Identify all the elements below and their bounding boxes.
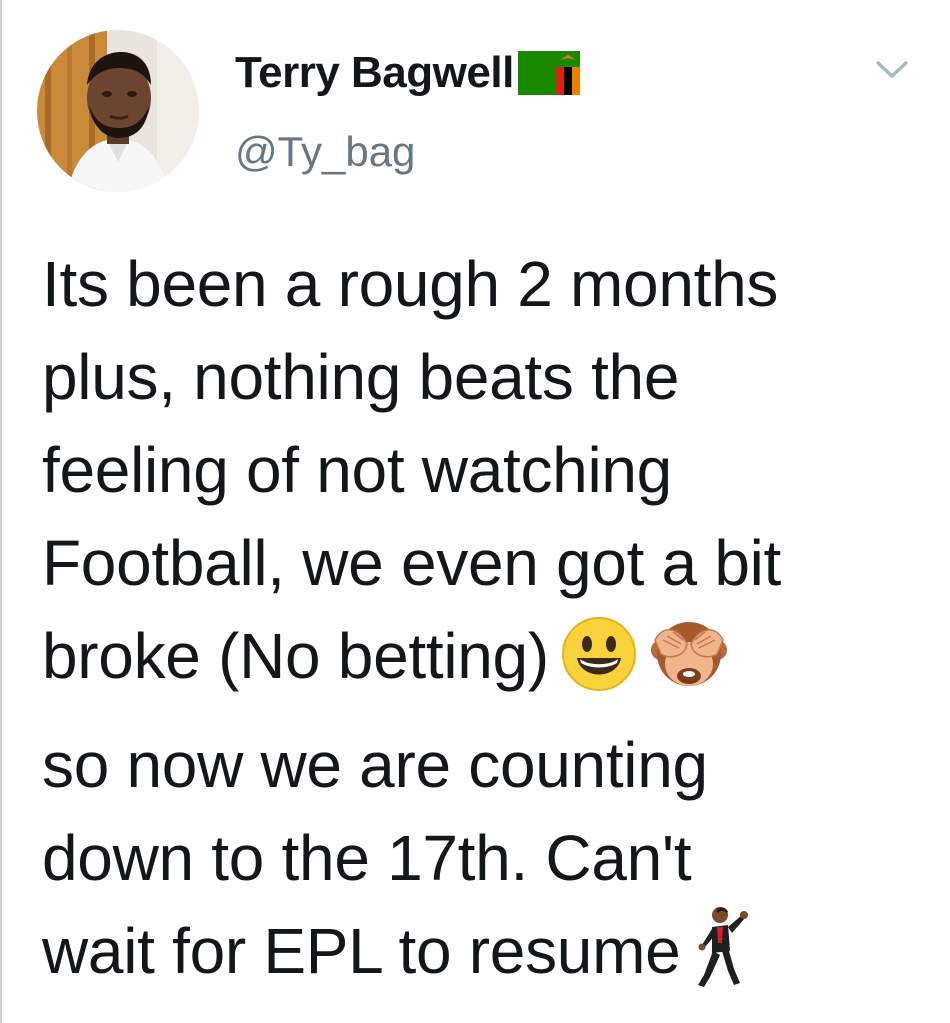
zambia-flag-icon <box>517 51 580 95</box>
profile-photo <box>37 30 199 192</box>
tweet-text-fragment: broke (No betting) <box>42 620 549 692</box>
tweet-text-fragment: wait for EPL to resume <box>42 915 681 987</box>
tweet-card: Terry Bagwell @Ty_bag Its been a rough 2… <box>0 0 950 1023</box>
avatar[interactable] <box>37 30 199 192</box>
tweet-text-line: so now we are counting <box>42 729 708 801</box>
tweet-text-line: feeling of not watching <box>42 434 672 506</box>
tweet-text: Its been a rough 2 months plus, nothing … <box>42 238 922 1014</box>
tweet-text-line: down to the 17th. Can't <box>42 822 692 894</box>
tweet-text-line: plus, nothing beats the <box>42 341 680 413</box>
tweet-text-line: Its been a rough 2 months <box>42 248 779 320</box>
chevron-down-icon[interactable] <box>875 60 909 80</box>
author-name[interactable]: Terry Bagwell <box>235 48 514 98</box>
dancing-man-icon <box>690 905 750 1014</box>
author-handle[interactable]: @Ty_bag <box>235 128 415 176</box>
tweet-text-line-with-emoji: wait for EPL to resume <box>42 905 922 1014</box>
tweet-text-line-with-emojis: broke (No betting) <box>42 610 922 719</box>
tweet-text-line: Football, we even got a bit <box>42 527 782 599</box>
see-no-evil-monkey-icon <box>649 614 729 719</box>
author-name-row: Terry Bagwell <box>235 48 580 98</box>
grinning-face-icon <box>559 614 639 719</box>
